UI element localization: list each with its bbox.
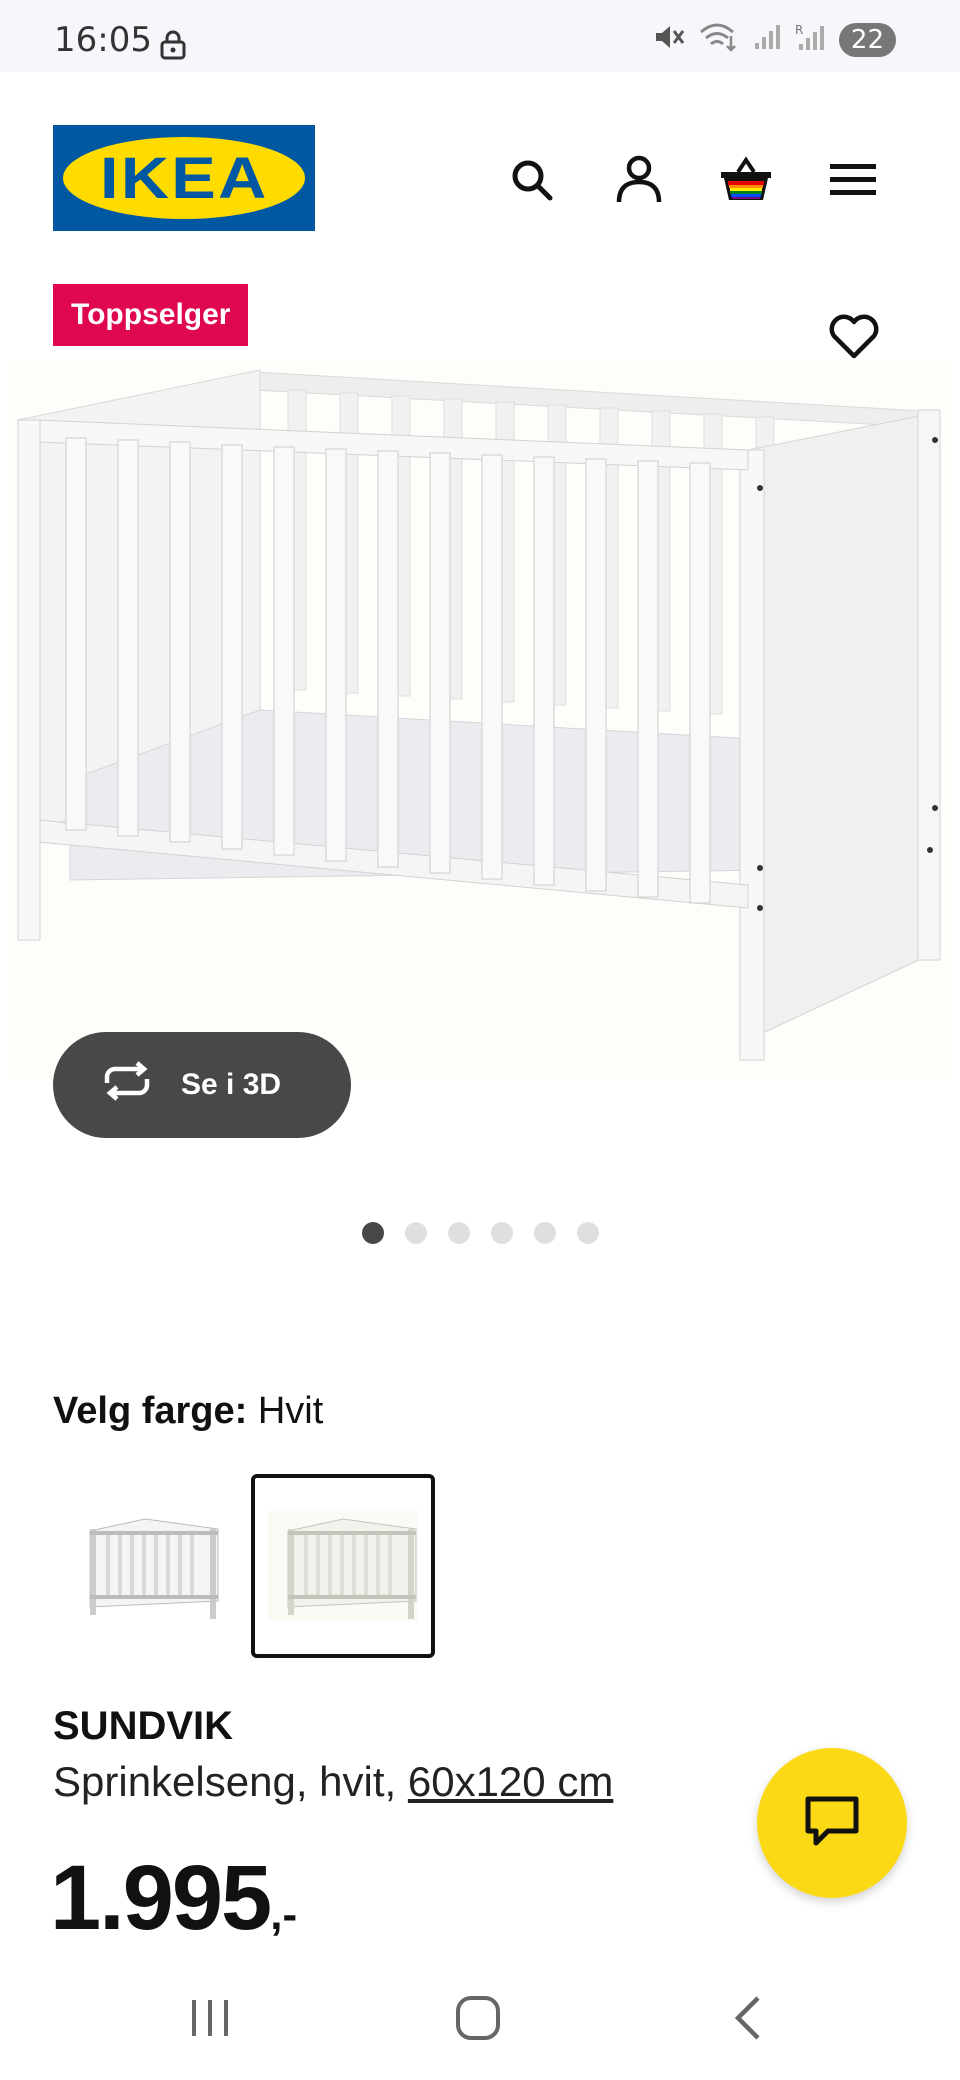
- status-time: 16:05: [54, 20, 152, 60]
- favorite-button[interactable]: [820, 305, 888, 373]
- back-icon: [730, 1994, 766, 2047]
- carousel-dot[interactable]: [577, 1222, 599, 1244]
- signal-icon: [753, 23, 781, 56]
- product-description-text: Sprinkelseng, hvit,: [53, 1758, 397, 1805]
- product-description: Sprinkelseng, hvit, 60x120 cm: [53, 1758, 613, 1806]
- ikea-logo[interactable]: IKEA: [53, 125, 315, 231]
- product-price: 1.995,-: [50, 1846, 297, 1951]
- color-label-prefix: Velg farge:: [53, 1390, 248, 1432]
- carousel-dot[interactable]: [448, 1222, 470, 1244]
- product-name: SUNDVIK: [53, 1704, 234, 1748]
- status-icons: R 22: [653, 22, 896, 57]
- chat-button[interactable]: [757, 1748, 907, 1898]
- back-button[interactable]: [708, 1988, 788, 2052]
- cart-button[interactable]: [714, 150, 778, 214]
- top-seller-badge: Toppselger: [53, 284, 249, 346]
- menu-button[interactable]: [821, 150, 885, 214]
- account-button[interactable]: [607, 150, 671, 214]
- wifi-icon: [699, 22, 739, 57]
- logo-oval: IKEA: [63, 137, 305, 219]
- status-bar: 16:05 R 22: [0, 0, 960, 72]
- image-carousel-dots: [362, 1222, 599, 1244]
- color-swatch-selected[interactable]: [251, 1474, 435, 1658]
- menu-icon: [830, 162, 876, 203]
- battery-indicator: 22: [838, 22, 896, 57]
- view-in-3d-button[interactable]: Se i 3D: [53, 1032, 351, 1138]
- mute-icon: [653, 22, 685, 57]
- carousel-dot[interactable]: [491, 1222, 513, 1244]
- price-value: 1.995: [50, 1847, 272, 1949]
- logo-text: IKEA: [99, 145, 269, 211]
- view-in-3d-label: Se i 3D: [181, 1068, 282, 1101]
- heart-icon: [828, 314, 880, 365]
- chat-icon: [802, 1793, 862, 1854]
- search-icon: [508, 156, 556, 209]
- svg-text:R: R: [795, 23, 803, 37]
- system-nav-bar: [0, 1960, 960, 2080]
- site-header: IKEA: [0, 72, 960, 272]
- user-icon: [615, 154, 663, 211]
- price-suffix: ,-: [270, 1890, 298, 1939]
- basket-icon: [718, 155, 774, 209]
- rotate-3d-icon: [99, 1061, 155, 1109]
- home-icon: [454, 1994, 502, 2047]
- carousel-dot[interactable]: [362, 1222, 384, 1244]
- product-image[interactable]: [10, 360, 950, 1080]
- home-button[interactable]: [438, 1988, 518, 2052]
- carousel-dot[interactable]: [534, 1222, 556, 1244]
- color-label-value: Hvit: [257, 1390, 324, 1432]
- search-button[interactable]: [500, 150, 564, 214]
- recent-apps-icon: [188, 1996, 232, 2045]
- carousel-dot[interactable]: [405, 1222, 427, 1244]
- color-swatch[interactable]: [53, 1474, 237, 1658]
- lock-icon: [160, 30, 186, 65]
- product-size-link[interactable]: 60x120 cm: [408, 1758, 613, 1805]
- recent-apps-button[interactable]: [170, 1988, 250, 2052]
- color-selector-label: Velg farge: Hvit: [53, 1390, 323, 1433]
- signal-roaming-icon: R: [795, 22, 825, 57]
